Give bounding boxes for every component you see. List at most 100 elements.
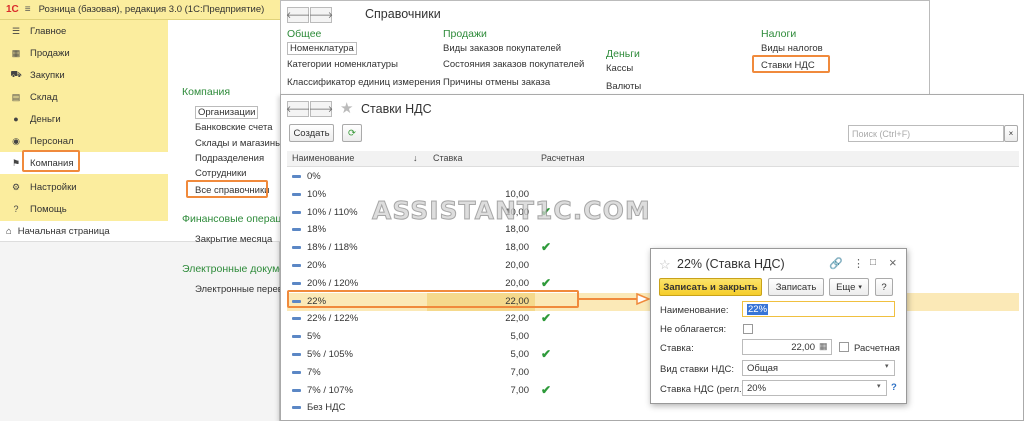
row-name: 7% bbox=[292, 367, 321, 378]
row-rate: 22,00 bbox=[505, 313, 529, 325]
reg-help-link[interactable]: ? bbox=[891, 382, 897, 393]
help-button[interactable]: ? bbox=[875, 278, 893, 296]
forward-button[interactable]: 🡒 bbox=[309, 7, 333, 23]
col-name[interactable]: Наименование bbox=[292, 153, 354, 163]
chevron-down-icon[interactable]: ▾ bbox=[877, 382, 881, 390]
sidebar-item-personnel[interactable]: ◉ Персонал bbox=[0, 130, 168, 152]
row-name: 18% bbox=[292, 224, 326, 235]
sidebar-item-sales[interactable]: ▦ Продажи bbox=[0, 42, 168, 64]
row-rate: 7,00 bbox=[510, 366, 530, 378]
item-icon bbox=[292, 353, 301, 356]
create-button[interactable]: Создать bbox=[289, 124, 334, 142]
help-icon: ? bbox=[13, 204, 19, 214]
forward-button[interactable]: 🡒 bbox=[309, 101, 333, 117]
link-month-close[interactable]: Закрытие месяца bbox=[195, 234, 272, 245]
search-input[interactable]: Поиск (Ctrl+F) bbox=[848, 125, 1004, 142]
person-icon: ◉ bbox=[12, 135, 20, 146]
close-icon[interactable]: × bbox=[889, 255, 897, 270]
link-nomenclature[interactable]: Номенклатура bbox=[287, 42, 357, 55]
link-tax-types[interactable]: Виды налогов bbox=[761, 43, 823, 54]
link-order-states[interactable]: Состояния заказов покупателей bbox=[443, 59, 584, 70]
table-row[interactable]: 0% bbox=[287, 168, 1019, 186]
link-employees[interactable]: Сотрудники bbox=[195, 168, 246, 179]
row-name-text: 5% bbox=[307, 331, 321, 343]
check-icon: ✔ bbox=[541, 382, 552, 397]
name-input-value: 22% bbox=[747, 303, 769, 315]
link-organizations[interactable]: Организации bbox=[195, 106, 259, 119]
row-name-text: 10% / 110% bbox=[307, 206, 358, 218]
link-units-classifier[interactable]: Классификатор единиц измерения bbox=[287, 77, 440, 88]
maximize-icon[interactable]: □ bbox=[870, 257, 876, 268]
sidebar-item-settings[interactable]: ⚙ Настройки bbox=[0, 176, 168, 198]
link-icon[interactable]: 🔗 bbox=[829, 257, 843, 270]
row-name: 18% / 118% bbox=[292, 242, 358, 253]
save-and-close-button[interactable]: Записать и закрыть bbox=[659, 278, 762, 296]
cart-icon: ▦ bbox=[11, 47, 21, 58]
link-cancel-reasons[interactable]: Причины отмены заказа bbox=[443, 77, 550, 88]
item-icon bbox=[292, 210, 301, 214]
taxes-heading: Налоги bbox=[761, 28, 797, 40]
kind-select[interactable]: Общая bbox=[742, 360, 895, 376]
row-name-text: Без НДС bbox=[307, 402, 346, 414]
reg-select[interactable]: 20% bbox=[742, 380, 887, 396]
sidebar-item-help[interactable]: ? Помощь bbox=[0, 198, 168, 220]
back-button[interactable]: 🡐 bbox=[286, 7, 310, 23]
calculator-icon[interactable]: ▦ bbox=[819, 341, 828, 352]
sidebar-item-warehouse[interactable]: ▤ Склад bbox=[0, 86, 168, 108]
link-order-types[interactable]: Виды заказов покупателей bbox=[443, 43, 561, 54]
edoc-heading: Электронные докуме bbox=[182, 263, 280, 275]
sidebar-item-label: Деньги bbox=[30, 113, 61, 125]
item-icon bbox=[292, 370, 301, 374]
back-button[interactable]: 🡐 bbox=[286, 101, 310, 117]
money-heading: Деньги bbox=[606, 48, 640, 60]
directories-window: 🡐 🡒 Справочники Общее Номенклатура Катег… bbox=[280, 0, 930, 96]
gear-icon: ⚙ bbox=[11, 181, 21, 192]
row-name: 5% bbox=[292, 331, 321, 342]
sidebar-item-label: Продажи bbox=[30, 47, 70, 59]
reg-label: Ставка НДС (регл.): bbox=[660, 384, 748, 395]
row-name-text: 18% / 118% bbox=[307, 242, 358, 254]
sidebar-item-main[interactable]: ☰ Главное bbox=[0, 20, 168, 42]
link-edoc[interactable]: Электронные перево bbox=[195, 284, 280, 295]
link-warehouses[interactable]: Склады и магазины bbox=[195, 138, 282, 149]
app-logo: 1С bbox=[6, 4, 19, 15]
item-icon bbox=[292, 228, 301, 232]
item-icon bbox=[292, 264, 301, 267]
rate-label: Ставка: bbox=[660, 343, 694, 354]
sidebar-item-purchases[interactable]: ⛟ Закупки bbox=[0, 64, 168, 86]
save-button[interactable]: Записать bbox=[768, 278, 824, 296]
item-icon bbox=[292, 281, 301, 285]
truck-icon: ⛟ bbox=[10, 69, 22, 79]
row-name: 22% / 122% bbox=[292, 313, 358, 324]
search-clear-icon[interactable]: × bbox=[1004, 125, 1018, 142]
link-currencies[interactable]: Валюты bbox=[606, 81, 641, 92]
finance-heading: Финансовые операци bbox=[182, 213, 280, 225]
row-name: 5% / 105% bbox=[292, 349, 353, 360]
col-calc[interactable]: Расчетная bbox=[541, 153, 584, 163]
star-icon[interactable]: ★ bbox=[340, 99, 353, 117]
menu-icon[interactable]: ≡ bbox=[25, 4, 31, 15]
refresh-icon[interactable]: ⟳ bbox=[342, 124, 362, 142]
row-rate: 18,00 bbox=[505, 242, 529, 254]
not-taxed-checkbox[interactable] bbox=[743, 324, 753, 334]
sidebar-item-money[interactable]: ● Деньги bbox=[0, 108, 168, 130]
sidebar: ☰ Главное ▦ Продажи ⛟ Закупки ▤ Склад ● Деньг… bbox=[0, 20, 168, 221]
watermark: ASSISTANT1C.COM bbox=[372, 196, 651, 226]
highlight-company bbox=[22, 150, 80, 172]
more-button[interactable]: Еще ▾ bbox=[829, 278, 869, 296]
link-bank-accounts[interactable]: Банковские счета bbox=[195, 122, 272, 133]
row-name-text: 0% bbox=[307, 171, 321, 182]
calc-checkbox[interactable] bbox=[839, 342, 849, 352]
star-icon[interactable]: ☆ bbox=[659, 257, 671, 273]
row-name-text: 22% / 122% bbox=[307, 313, 359, 325]
col-rate[interactable]: Ставка bbox=[433, 153, 462, 163]
more-vertical-icon[interactable]: ⋮ bbox=[853, 257, 864, 270]
chevron-down-icon[interactable]: ▾ bbox=[885, 362, 889, 370]
row-rate: 5,00 bbox=[510, 331, 530, 343]
link-nomenclature-categories[interactable]: Категории номенклатуры bbox=[287, 59, 398, 70]
sidebar-item-label: Главное bbox=[30, 25, 67, 37]
link-cashboxes[interactable]: Кассы bbox=[606, 63, 633, 74]
row-name-text: 20% / 120% bbox=[307, 277, 359, 289]
name-input[interactable]: 22% bbox=[742, 301, 895, 317]
link-departments[interactable]: Подразделения bbox=[195, 153, 264, 164]
